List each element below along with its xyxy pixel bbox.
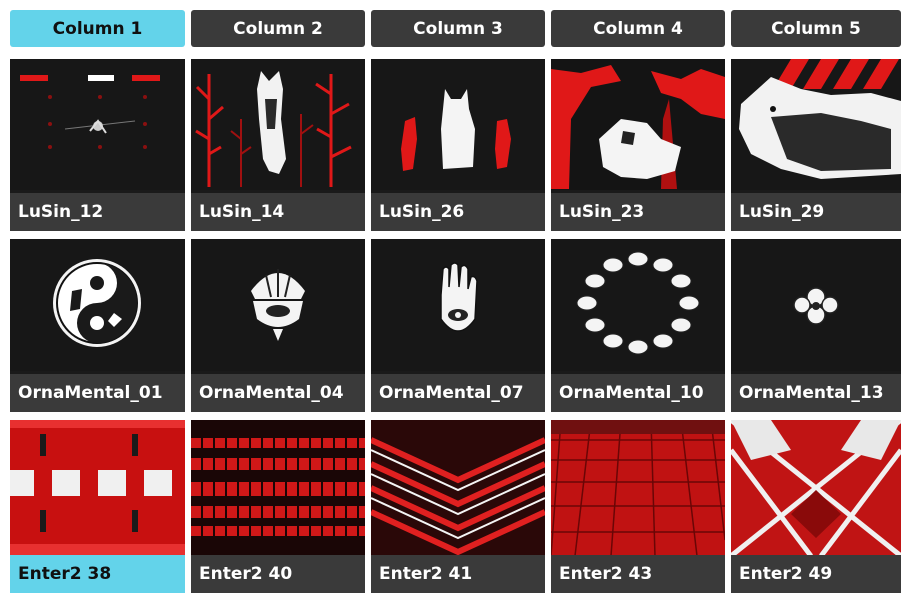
clip-cell[interactable]: OrnaMental_04 <box>191 239 365 412</box>
clip-label: Enter2 40 <box>191 555 365 593</box>
clip-cell[interactable]: OrnaMental_07 <box>371 239 545 412</box>
clip-cell[interactable]: Enter2 38 <box>10 420 185 593</box>
clip-thumbnail <box>371 420 545 556</box>
clip-thumbnail <box>10 59 185 190</box>
clip-cell[interactable]: LuSin_29 <box>731 59 901 231</box>
clip-thumbnail <box>191 420 365 556</box>
clip-label: Enter2 38 <box>10 555 185 593</box>
clip-cell[interactable]: Enter2 40 <box>191 420 365 593</box>
clip-label: OrnaMental_07 <box>371 374 545 412</box>
clip-label: OrnaMental_13 <box>731 374 901 412</box>
clip-label: OrnaMental_01 <box>10 374 185 412</box>
clip-thumbnail <box>10 420 185 556</box>
column-header-2[interactable]: Column 2 <box>191 10 365 47</box>
clip-cell[interactable]: Enter2 41 <box>371 420 545 593</box>
clip-label: LuSin_14 <box>191 193 365 231</box>
clip-thumbnail <box>191 239 365 371</box>
clip-thumbnail <box>191 59 365 190</box>
clip-thumbnail <box>551 59 725 190</box>
clip-cell[interactable]: OrnaMental_10 <box>551 239 725 412</box>
clip-thumbnail <box>731 239 901 371</box>
clip-label: Enter2 49 <box>731 555 901 593</box>
clip-cell[interactable]: LuSin_14 <box>191 59 365 231</box>
clip-thumbnail <box>551 239 725 371</box>
clip-label: Enter2 41 <box>371 555 545 593</box>
clip-cell[interactable]: OrnaMental_01 <box>10 239 185 412</box>
clip-cell[interactable]: Enter2 43 <box>551 420 725 593</box>
clip-thumbnail <box>731 59 901 190</box>
clip-cell[interactable]: Enter2 49 <box>731 420 901 593</box>
column-header-1[interactable]: Column 1 <box>10 10 185 47</box>
clip-thumbnail <box>551 420 725 556</box>
clip-thumbnail <box>731 420 901 556</box>
clip-label: OrnaMental_10 <box>551 374 725 412</box>
clip-label: Enter2 43 <box>551 555 725 593</box>
clip-thumbnail <box>371 239 545 371</box>
clip-label: LuSin_23 <box>551 193 725 231</box>
clip-label: LuSin_29 <box>731 193 901 231</box>
clip-cell[interactable]: LuSin_23 <box>551 59 725 231</box>
clip-grid-panel: { "columns": [ {"label": "Column 1", "ac… <box>0 0 901 593</box>
column-header-5[interactable]: Column 5 <box>731 10 901 47</box>
clip-label: LuSin_12 <box>10 193 185 231</box>
column-header-3[interactable]: Column 3 <box>371 10 545 47</box>
clip-cell[interactable]: LuSin_26 <box>371 59 545 231</box>
column-header-4[interactable]: Column 4 <box>551 10 725 47</box>
clip-label: LuSin_26 <box>371 193 545 231</box>
clip-thumbnail <box>10 239 185 371</box>
clip-thumbnail <box>371 59 545 190</box>
clip-label: OrnaMental_04 <box>191 374 365 412</box>
clip-cell[interactable]: OrnaMental_13 <box>731 239 901 412</box>
clip-cell[interactable]: LuSin_12 <box>10 59 185 231</box>
